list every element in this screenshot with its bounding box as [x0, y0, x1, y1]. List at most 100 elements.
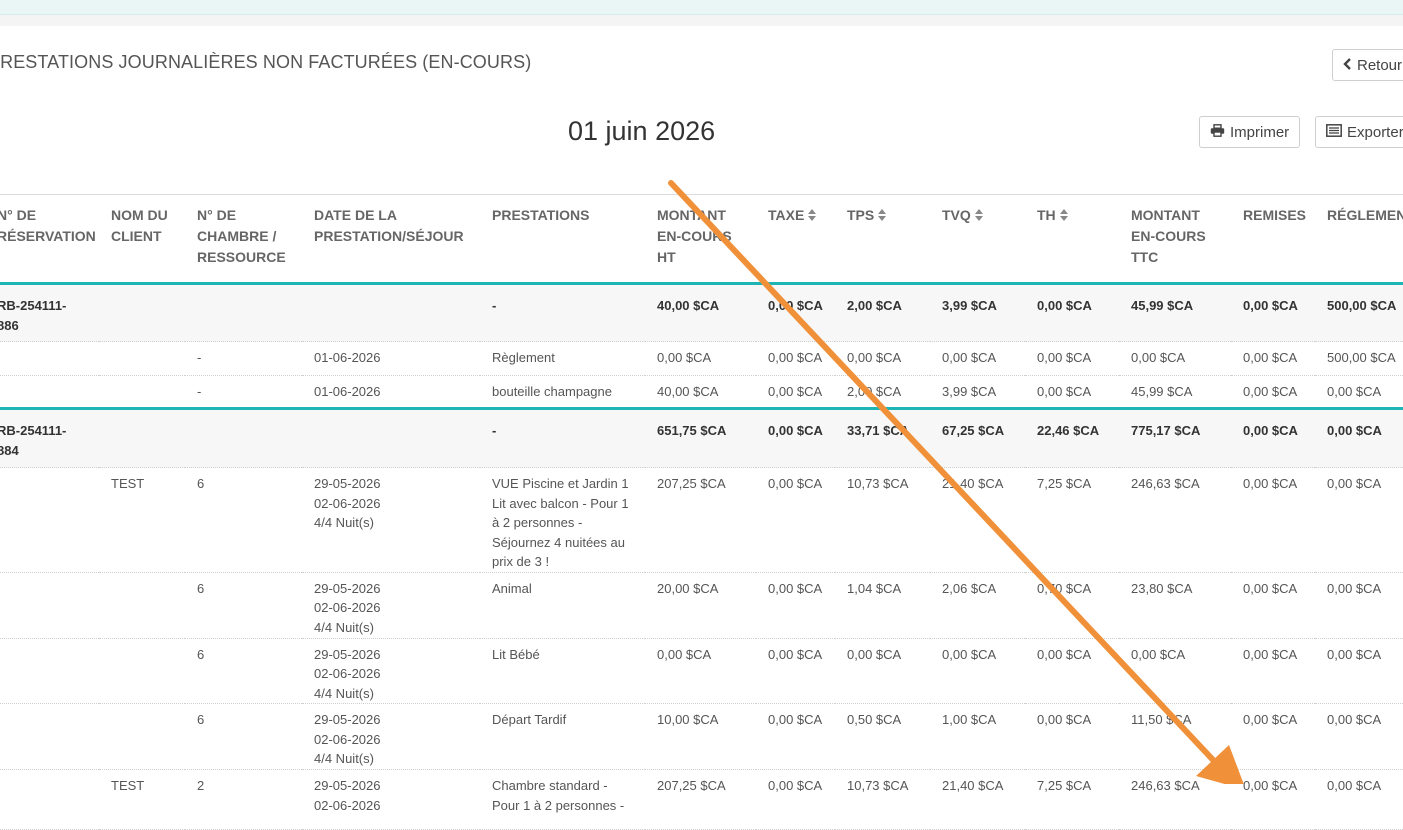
table-row[interactable]: 6 29-05-2026 02-06-2026 4/4 Nuit(s) Lit Bébé… — [0, 638, 1403, 704]
table-cell: 0,50 $CA — [835, 703, 930, 770]
table-cell: 01-06-2026 — [302, 375, 480, 410]
table-cell: 0,00 $CA — [1231, 769, 1315, 830]
table-cell — [185, 408, 302, 468]
table-cell: 0,00 $CA — [1025, 703, 1119, 770]
table-cell: 246,63 $CA — [1119, 467, 1231, 573]
export-icon — [1326, 123, 1342, 141]
column-header-room[interactable]: N° DE CHAMBRE / RESSOURCE — [185, 194, 302, 285]
table-cell: 207,25 $CA — [645, 467, 756, 573]
table-cell — [302, 283, 480, 342]
table-cell: 45,99 $CA — [1119, 375, 1231, 410]
table-cell: 23,80 $CA — [1119, 572, 1231, 639]
column-header-th[interactable]: TH — [1025, 194, 1119, 285]
column-header-tvq[interactable]: TVQ — [930, 194, 1025, 285]
column-header-client[interactable]: NOM DU CLIENT — [99, 194, 185, 285]
table-cell: 01-06-2026 — [302, 341, 480, 376]
table-cell: 6 — [185, 638, 302, 704]
table-cell: 29-05-2026 02-06-2026 4/4 Nuit(s) — [302, 703, 480, 770]
table-cell: 0,00 $CA — [1315, 638, 1403, 704]
back-button[interactable]: Retour — [1332, 49, 1403, 81]
print-button-label: Imprimer — [1230, 123, 1290, 141]
table-cell: bouteille champagne — [480, 375, 645, 410]
table-cell: TEST — [99, 769, 185, 830]
column-header-amount-ht[interactable]: MONTANT EN-COURS HT — [645, 194, 756, 285]
table-row[interactable]: -01-06-2026 bouteille champagne 40,00 $CA 0… — [0, 375, 1403, 410]
reservation-group-row[interactable]: RB-254111-886-40,00 $CA 0,00 $CA 2,00 $CA 3… — [0, 283, 1403, 342]
table-cell: 0,00 $CA — [756, 408, 835, 468]
table-cell: 0,00 $CA — [1315, 769, 1403, 830]
table-cell: 29-05-2026 02-06-2026 4/4 Nuit(s) — [302, 467, 480, 573]
column-header-discounts[interactable]: REMISES — [1231, 194, 1315, 285]
reservation-group-row[interactable]: RB-254111-884-651,75 $CA 0,00 $CA 33,71 $C… — [0, 408, 1403, 468]
column-header-services[interactable]: PRESTATIONS — [480, 194, 645, 285]
sort-icon[interactable] — [808, 206, 817, 227]
table-cell: 0,00 $CA — [1315, 467, 1403, 573]
cell-line: 29-05-2026 — [314, 712, 381, 727]
cell-line: 4/4 Nuit(s) — [314, 515, 374, 530]
table-row[interactable]: 6 29-05-2026 02-06-2026 4/4 Nuit(s) Départ T… — [0, 703, 1403, 770]
table-cell: 0,00 $CA — [1025, 638, 1119, 704]
table-cell: 775,17 $CA — [1119, 408, 1231, 468]
table-cell: 3,99 $CA — [930, 375, 1025, 410]
table-cell: 7,25 $CA — [1025, 769, 1119, 830]
sort-icon[interactable] — [878, 206, 887, 227]
column-header-payments[interactable]: RÉGLEMENTS — [1315, 194, 1403, 285]
sort-icon[interactable] — [1059, 206, 1068, 227]
column-header-tps[interactable]: TPS — [835, 194, 930, 285]
table-cell: 0,00 $CA — [1231, 375, 1315, 410]
export-button[interactable]: Exporter — [1315, 116, 1403, 148]
table-cell: 10,73 $CA — [835, 769, 930, 830]
cell-line: 4/4 Nuit(s) — [314, 685, 374, 701]
table-row[interactable]: TEST 6 29-05-2026 02-06-2026 4/4 Nuit(s) VUE … — [0, 467, 1403, 573]
table-cell: 1,00 $CA — [930, 703, 1025, 770]
cell-line: 02-06-2026 — [314, 797, 381, 813]
print-button[interactable]: Imprimer — [1199, 116, 1301, 148]
table-cell: 0,00 $CA — [1025, 283, 1119, 342]
table-cell: 10,00 $CA — [645, 703, 756, 770]
table-cell: 40,00 $CA — [645, 375, 756, 410]
table-row[interactable]: TEST 2 29-05-2026 02-06-2026 Chambre standar… — [0, 769, 1403, 830]
sort-icon[interactable] — [974, 206, 983, 227]
cell-line: 4/4 Nuit(s) — [314, 619, 374, 635]
table-row[interactable]: 6 29-05-2026 02-06-2026 4/4 Nuit(s) Animal 20… — [0, 572, 1403, 639]
table-cell: 0,00 $CA — [1315, 375, 1403, 410]
table-cell: 21,40 $CA — [930, 467, 1025, 573]
cell-line: 02-06-2026 — [314, 495, 381, 511]
export-button-label: Exporter — [1347, 123, 1403, 141]
table-cell — [0, 467, 99, 573]
table-cell: 0,00 $CA — [1231, 283, 1315, 342]
table-cell: 0,00 $CA — [835, 638, 930, 704]
table-cell: 0,00 $CA — [1231, 467, 1315, 573]
table-cell: 0,00 $CA — [1231, 341, 1315, 376]
table-cell: 2,00 $CA — [835, 375, 930, 410]
table-cell: 0,00 $CA — [835, 341, 930, 376]
cell-line: 02-06-2026 — [314, 600, 381, 615]
table-cell: 6 — [185, 703, 302, 770]
column-header-reservation[interactable]: N° DE RÉSERVATION — [0, 194, 99, 285]
column-header-amount-ttc[interactable]: MONTANT EN-COURS TTC — [1119, 194, 1231, 285]
table-cell: Lit Bébé — [480, 638, 645, 704]
table-cell: 21,40 $CA — [930, 769, 1025, 830]
table-cell — [99, 703, 185, 770]
table-cell: 0,00 $CA — [645, 638, 756, 704]
table-cell: 7,25 $CA — [1025, 467, 1119, 573]
table-cell — [99, 341, 185, 376]
table-cell: 2,00 $CA — [835, 283, 930, 342]
table-cell — [0, 572, 99, 639]
table-cell: RB-254111-884 — [0, 408, 99, 468]
back-button-label: Retour — [1357, 56, 1403, 74]
table-cell: 0,00 $CA — [756, 283, 835, 342]
table-cell: 33,71 $CA — [835, 408, 930, 468]
table-cell: 6 — [185, 572, 302, 639]
table-cell — [0, 769, 99, 830]
table-cell: 0,00 $CA — [1231, 703, 1315, 770]
table-cell: 0,00 $CA — [1119, 638, 1231, 704]
column-header-tax[interactable]: TAXE — [756, 194, 835, 285]
table-cell: 651,75 $CA — [645, 408, 756, 468]
table-cell: 0,00 $CA — [756, 638, 835, 704]
cell-line: 02-06-2026 — [314, 731, 381, 747]
top-spacer — [0, 15, 1403, 26]
column-header-date[interactable]: DATE DE LA PRESTATION/SÉJOUR — [302, 194, 480, 285]
table-row[interactable]: -01-06-2026 Règlement 0,00 $CA 0,00 $CA 0,00… — [0, 341, 1403, 376]
table-cell: Chambre standard - Pour 1 à 2 personnes … — [480, 769, 645, 830]
